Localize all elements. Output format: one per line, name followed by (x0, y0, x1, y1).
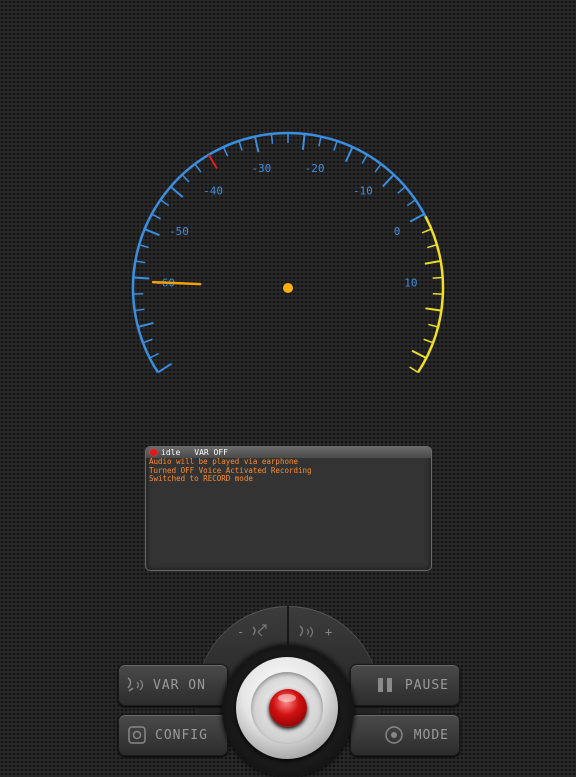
record-button[interactable] (269, 689, 307, 727)
record-icon (278, 694, 296, 702)
meter-tick (138, 323, 153, 327)
meter-scale-label: -50 (169, 225, 189, 238)
recording-status-indicator (150, 449, 157, 456)
meter-tick (383, 175, 394, 187)
mode-button[interactable]: MODE (350, 714, 460, 756)
mode-button-label: MODE (414, 728, 449, 743)
meter-tick (135, 309, 145, 310)
meter-tick (239, 141, 242, 150)
sensitivity-divider (287, 606, 289, 644)
config-button-label: CONFIG (155, 728, 208, 743)
meter-tick (303, 134, 305, 150)
var-button[interactable]: VAR ON (118, 664, 228, 706)
pause-icon (373, 673, 397, 697)
plus-label: + (325, 625, 332, 639)
meter-tick (209, 155, 217, 169)
console-log: Audio will be played via earphone Turned… (146, 458, 431, 484)
meter-tick (143, 339, 152, 343)
meter-tick (135, 261, 145, 263)
meter-tick (139, 245, 149, 248)
var-button-label: VAR ON (153, 678, 206, 693)
meter-tick (346, 147, 353, 162)
sensitivity-up-icon (297, 623, 317, 641)
meter-arc (133, 133, 425, 372)
meter-tick (334, 141, 337, 150)
meter-scale-label: 0 (394, 225, 401, 238)
meter-scale-label: -30 (251, 162, 271, 175)
sensitivity-up-button[interactable]: + (297, 620, 345, 644)
meter-tick (410, 214, 424, 222)
meter-tick (158, 364, 171, 373)
meter-tick (195, 164, 201, 172)
meter-tick (428, 324, 438, 327)
meter-tick (412, 351, 426, 358)
meter-tick (398, 187, 406, 194)
minus-label: - (237, 625, 244, 639)
meter-tick (145, 229, 160, 235)
meter-tick (427, 245, 437, 248)
config-button[interactable]: CONFIG (118, 714, 228, 756)
sensitivity-down-button[interactable]: - (237, 620, 285, 644)
level-meter: -30-20-10010-40-50-60 (0, 0, 576, 420)
meter-tick (255, 137, 258, 153)
meter-scale-label: -40 (203, 184, 223, 197)
pause-button-label: PAUSE (405, 678, 449, 693)
voice-activation-icon (125, 673, 149, 697)
meter-tick (426, 308, 442, 310)
meter-tick (424, 339, 433, 343)
status-console: idle VAR OFF Audio will be played via ea… (145, 446, 432, 571)
meter-scale-label: 10 (404, 277, 417, 290)
meter-tick (425, 261, 441, 264)
pause-button[interactable]: PAUSE (350, 664, 460, 706)
meter-tick (407, 200, 415, 206)
meter-scale-label: -20 (305, 162, 325, 175)
meter-tick (362, 155, 367, 164)
meter-scale-label: -10 (353, 184, 373, 197)
meter-tick (150, 353, 159, 358)
meter-tick (271, 134, 272, 144)
sensitivity-down-icon (250, 623, 270, 641)
meter-tick (433, 277, 443, 278)
meter-tick (171, 187, 183, 197)
mode-icon (382, 723, 406, 747)
meter-tick (223, 147, 227, 156)
log-line: Switched to RECORD mode (149, 475, 428, 484)
meter-tick (375, 164, 381, 172)
meter-hub (283, 283, 293, 293)
meter-tick (182, 175, 189, 182)
meter-tick (422, 229, 431, 233)
meter-tick (319, 137, 321, 147)
meter-tick (133, 277, 149, 278)
config-icon (125, 723, 149, 747)
meter-tick (160, 200, 168, 206)
meter-tick (152, 214, 161, 219)
meter-tick (410, 367, 418, 372)
